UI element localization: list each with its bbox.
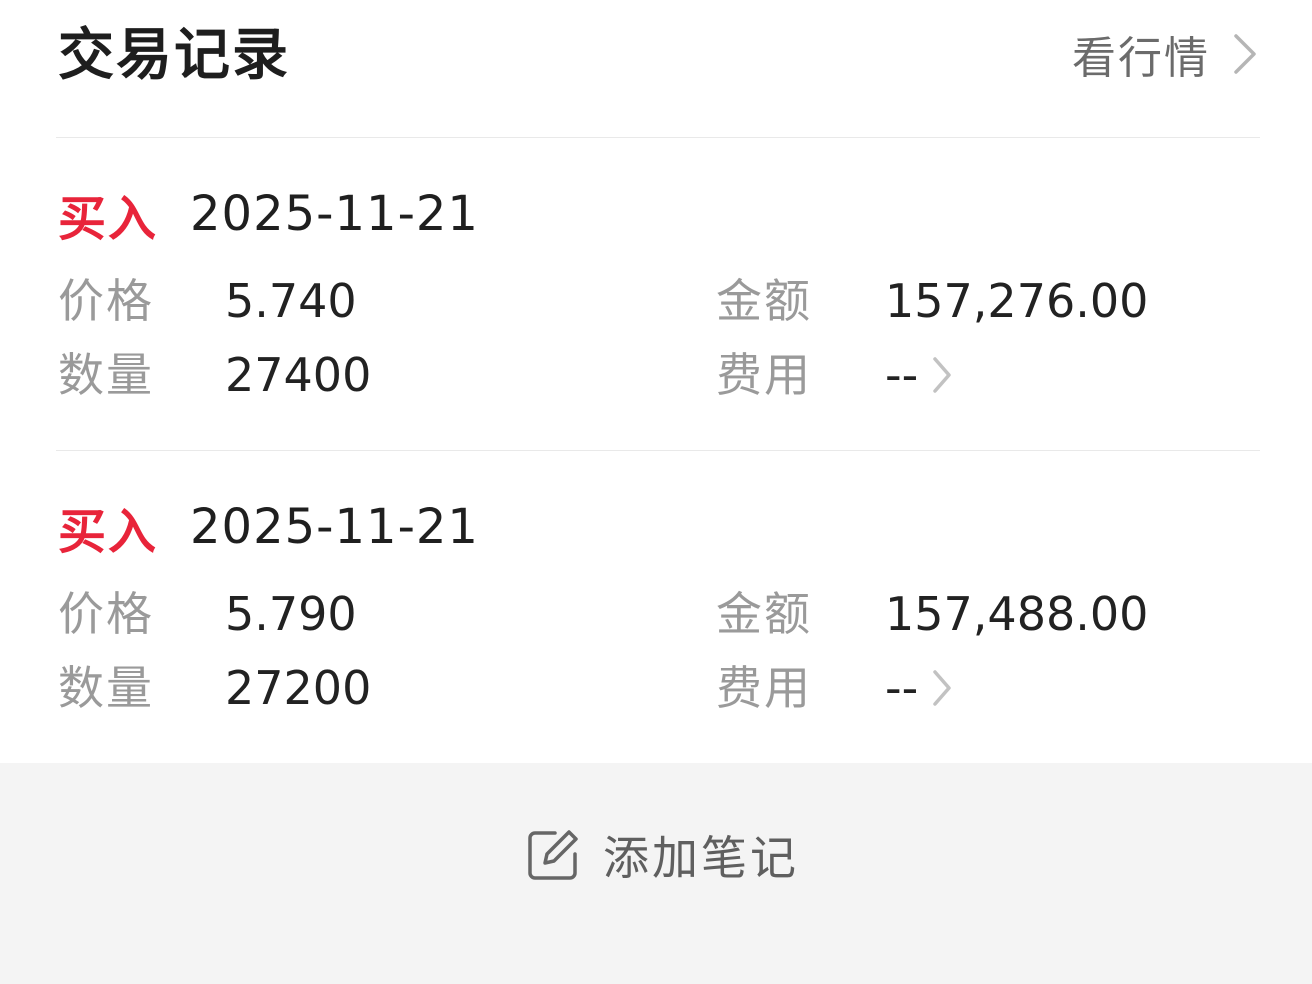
record-header: 买入 2025-11-21: [58, 495, 479, 560]
quantity-label: 数量: [58, 348, 154, 402]
fee-value: --: [885, 661, 919, 715]
trade-date: 2025-11-21: [190, 186, 479, 242]
trade-type: 买入: [58, 191, 159, 247]
chevron-right-icon: [1234, 34, 1256, 74]
add-note-label: 添加笔记: [603, 831, 799, 885]
add-note-button[interactable]: 添加笔记: [525, 823, 799, 887]
amount-label: 金额: [716, 274, 812, 328]
page-title: 交易记录: [58, 23, 290, 88]
trade-record: 买入 2025-11-21 价格 5.740 金额 157,276.00 数量 …: [0, 137, 1312, 449]
price-label: 价格: [58, 274, 154, 328]
edit-note-icon: [528, 830, 578, 880]
fee-link[interactable]: --: [885, 658, 954, 718]
quantity-label: 数量: [58, 661, 154, 715]
trade-record: 买入 2025-11-21 价格 5.790 金额 157,488.00 数量 …: [0, 450, 1312, 762]
fee-label: 费用: [716, 348, 812, 402]
price-value: 5.740: [225, 274, 357, 328]
price-label: 价格: [58, 587, 154, 641]
record-header: 买入 2025-11-21: [58, 182, 479, 247]
price-value: 5.790: [225, 587, 357, 641]
amount-value: 157,488.00: [885, 587, 1149, 641]
chevron-right-icon: [933, 670, 951, 706]
amount-label: 金额: [716, 587, 812, 641]
amount-value: 157,276.00: [885, 274, 1149, 328]
trade-type: 买入: [58, 504, 159, 560]
header: 交易记录 看行情: [0, 0, 1312, 120]
trade-date: 2025-11-21: [190, 499, 479, 555]
quantity-value: 27200: [225, 661, 372, 715]
view-market-label: 看行情: [1072, 33, 1210, 84]
fee-value: --: [885, 348, 919, 402]
view-market-button[interactable]: 看行情: [1072, 22, 1260, 86]
quantity-value: 27400: [225, 348, 372, 402]
chevron-right-icon: [933, 357, 951, 393]
footer-bar: 添加笔记: [0, 763, 1312, 984]
fee-link[interactable]: --: [885, 345, 954, 405]
fee-label: 费用: [716, 661, 812, 715]
